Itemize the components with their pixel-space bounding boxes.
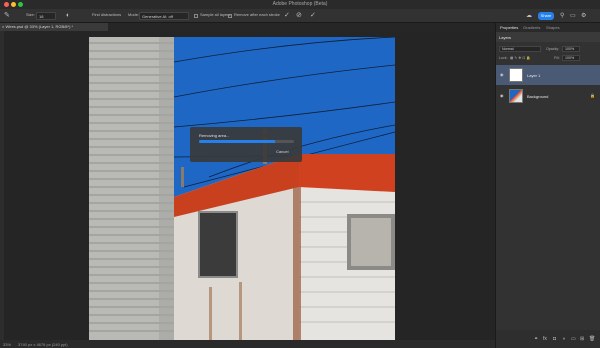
layer-thumbnail — [509, 68, 523, 82]
panel-tabs: Properties Gradients Shapes — [496, 23, 600, 32]
new-group-icon[interactable]: ▭ — [571, 336, 576, 342]
cancel-button[interactable]: Cancel — [276, 149, 288, 154]
adjustment-layer-icon[interactable]: ◑ — [562, 336, 565, 342]
document-info[interactable]: 3740 px x 4676 px (240 ppi) — [18, 342, 68, 347]
sample-all-layers-checkbox[interactable] — [194, 14, 198, 18]
progress-bar-fill — [199, 140, 275, 143]
layers-panel-header: Layers — [496, 32, 600, 42]
removing-area-dialog: Removing area... Cancel — [190, 127, 302, 162]
dialog-title: Removing area... — [199, 133, 230, 138]
remove-tool-icon[interactable]: ✎ — [4, 12, 10, 20]
status-bar: 33% 3740 px x 4676 px (240 ppi) — [0, 340, 495, 348]
blend-mode-select[interactable]: Normal — [499, 46, 541, 52]
document-tab[interactable]: × Wires.psd @ 33% (Layer 1, RGB/8*) * — [0, 23, 108, 31]
fill-label: Fill: — [554, 56, 560, 60]
tab-properties[interactable]: Properties — [500, 25, 518, 30]
cancel-x-icon[interactable]: ⊘ — [296, 12, 302, 20]
find-distractions-button[interactable]: Find distractions — [92, 12, 121, 17]
lock-label: Lock: — [499, 56, 508, 60]
document-tab-bar: × Wires.psd @ 33% (Layer 1, RGB/8*) * — [0, 23, 495, 31]
document-canvas-image[interactable] — [89, 37, 395, 340]
layers-panel-footer: ⚭ fx ◘ ◑ ▭ ⊞ 🗑 — [496, 330, 600, 348]
search-icon[interactable]: ⚲ — [560, 12, 564, 20]
layer-thumbnail — [509, 89, 523, 103]
right-panel: Properties Gradients Shapes Layers Norma… — [495, 23, 600, 348]
progress-bar — [199, 140, 294, 143]
visibility-eye-icon[interactable]: ◉ — [500, 93, 504, 98]
layer-row-background[interactable]: ◉ Background 🔒 — [496, 86, 600, 106]
add-mask-icon[interactable]: ◘ — [553, 336, 556, 342]
delete-layer-icon[interactable]: 🗑 — [589, 336, 595, 342]
mode-select[interactable]: Generative AI: off — [139, 12, 189, 20]
remove-after-stroke-checkbox[interactable] — [228, 14, 232, 18]
cloud-docs-icon[interactable]: ☁ — [526, 12, 532, 20]
tab-shapes[interactable]: Shapes — [546, 25, 560, 30]
tab-gradients[interactable]: Gradients — [523, 25, 540, 30]
new-layer-icon[interactable]: ⊞ — [580, 336, 584, 342]
photo-artwork — [89, 37, 395, 340]
opacity-label: Opacity: — [546, 47, 560, 51]
lock-icons[interactable]: ▦ ✎ ✥ ⊡ 🔒 — [510, 56, 531, 60]
brush-size-field[interactable]: 18 — [36, 12, 56, 20]
layer-name: Layer 1 — [527, 73, 541, 78]
share-button[interactable]: Share — [538, 12, 554, 20]
workspace-icon[interactable]: ▭ — [570, 12, 576, 20]
opacity-field[interactable]: 100% — [562, 46, 580, 52]
size-label: Size: — [26, 12, 35, 17]
layer-row-layer-1[interactable]: ◉ Layer 1 — [496, 65, 600, 85]
sample-all-layers-label: Sample all layers — [200, 12, 231, 17]
canvas-area[interactable]: Removing area... Cancel — [4, 31, 495, 340]
settings-gear-icon[interactable]: ⚙ — [581, 12, 586, 20]
options-bar: ✎ Size: 18 ◐ Find distractions Mode: Gen… — [0, 9, 600, 23]
brush-settings-icon[interactable]: ◐ — [66, 12, 70, 20]
app-title: Adobe Photoshop (Beta) — [272, 1, 328, 7]
link-layers-icon[interactable]: ⚭ — [534, 336, 538, 342]
layer-name: Background — [527, 94, 549, 99]
confirm-check-icon[interactable]: ✓ — [310, 12, 316, 20]
visibility-eye-icon[interactable]: ◉ — [500, 72, 504, 77]
fill-field[interactable]: 100% — [562, 55, 580, 61]
lock-icon: 🔒 — [590, 93, 595, 98]
tab-layers[interactable]: Layers — [499, 35, 511, 40]
title-bar: Adobe Photoshop (Beta) — [0, 0, 600, 9]
fx-icon[interactable]: fx — [543, 336, 547, 342]
mode-label: Mode: — [128, 12, 140, 17]
apply-icon[interactable]: ✓ — [284, 12, 290, 20]
zoom-level[interactable]: 33% — [3, 342, 11, 347]
remove-after-stroke-label: Remove after each stroke — [234, 12, 280, 17]
